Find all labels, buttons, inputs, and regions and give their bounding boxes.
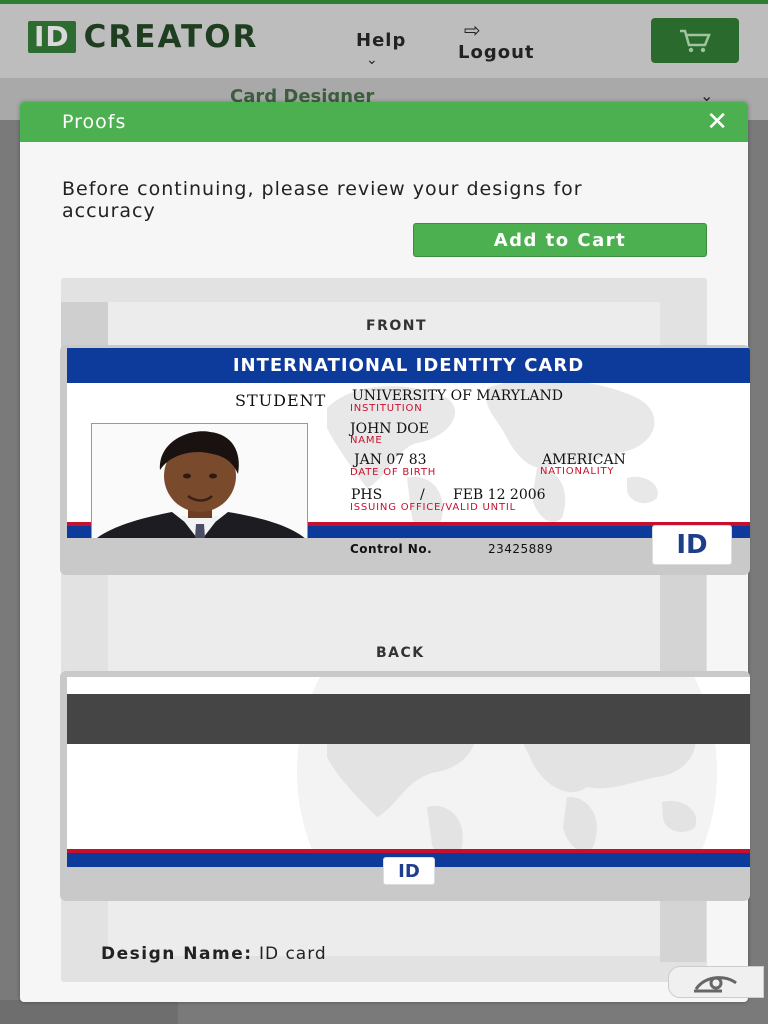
card-back-proof: ID: [60, 671, 750, 901]
card-front-proof: INTERNATIONAL IDENTITY CARD STUDENT UNIV…: [60, 345, 750, 575]
dob-value: JAN 07 83: [354, 452, 427, 468]
id-badge: ID: [652, 525, 732, 565]
top-navigation-bar: ID CREATOR Help ⌄ ⇨ Logout: [0, 0, 768, 78]
eye-icon: [694, 976, 737, 993]
logo-text: CREATOR: [83, 19, 259, 55]
id-badge: ID: [383, 857, 435, 885]
back-label: BACK: [376, 645, 425, 661]
office-label: ISSUING OFFICE/VALID UNTIL: [350, 502, 516, 513]
name-label: NAME: [350, 435, 383, 446]
preview-toggle-button[interactable]: [668, 966, 764, 998]
card-back-face: [67, 677, 750, 867]
magnetic-stripe: [67, 694, 750, 744]
cart-icon: [680, 29, 711, 52]
chevron-down-icon[interactable]: ⌄: [366, 52, 378, 68]
separator: /: [420, 487, 425, 503]
close-icon[interactable]: ✕: [706, 107, 728, 137]
dob-label: DATE OF BIRTH: [350, 467, 437, 478]
design-name-value: ID card: [258, 944, 327, 964]
institution-label: INSTITUTION: [350, 403, 423, 414]
front-label: FRONT: [366, 318, 428, 334]
modal-title: Proofs: [62, 111, 127, 133]
modal-header: Proofs ✕: [20, 102, 748, 142]
card-front-face: INTERNATIONAL IDENTITY CARD STUDENT UNIV…: [67, 348, 750, 538]
intro-text: Before continuing, please review your de…: [62, 178, 583, 222]
logout-icon[interactable]: ⇨: [464, 18, 481, 42]
logout-link[interactable]: Logout: [458, 42, 535, 63]
design-name: Design Name: ID card: [101, 944, 327, 964]
help-menu[interactable]: Help: [356, 30, 406, 51]
valid-until-value: FEB 12 2006: [453, 487, 546, 503]
control-number-value: 23425889: [488, 542, 554, 556]
office-value: PHS: [351, 487, 383, 503]
design-name-label: Design Name:: [101, 944, 253, 964]
id-photo: [91, 423, 308, 538]
add-to-cart-button[interactable]: Add to Cart: [413, 223, 707, 257]
background-panel: [0, 1000, 178, 1024]
card-title-student: STUDENT: [235, 391, 327, 410]
portrait-image: [92, 424, 307, 538]
logo-badge: ID: [28, 21, 76, 53]
nationality-label: NATIONALITY: [540, 466, 615, 477]
card-banner: INTERNATIONAL IDENTITY CARD: [67, 348, 750, 383]
cart-button[interactable]: [651, 18, 739, 63]
institution-value: UNIVERSITY OF MARYLAND: [352, 388, 563, 404]
logo[interactable]: ID CREATOR: [28, 19, 259, 55]
control-number-label: Control No.: [350, 542, 433, 556]
